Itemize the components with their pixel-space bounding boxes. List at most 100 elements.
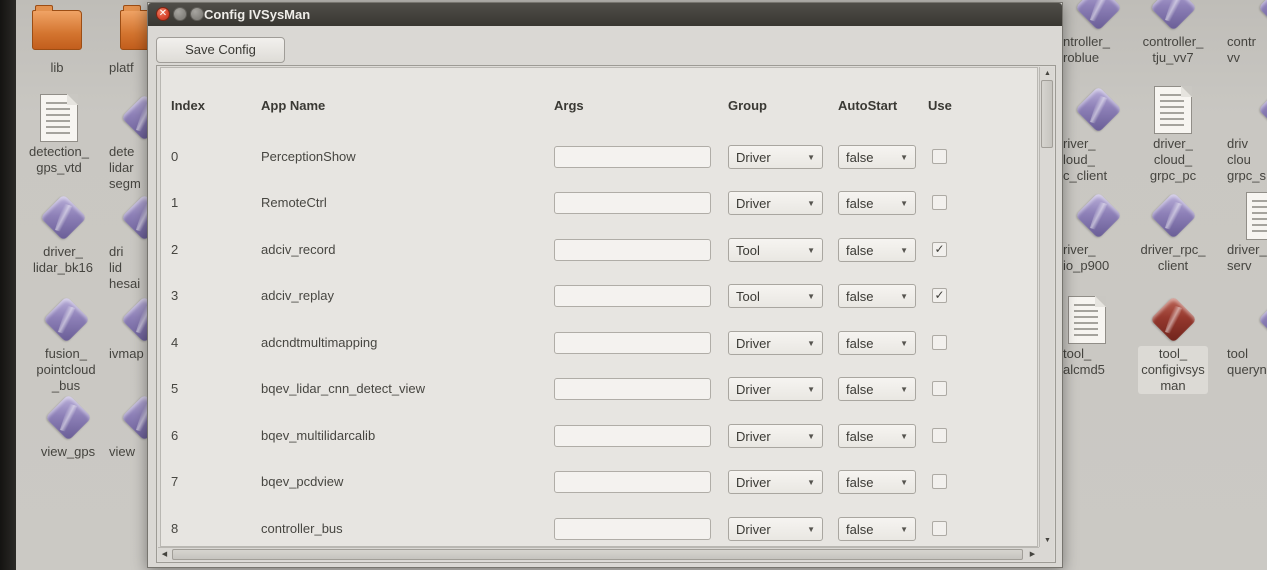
- maximize-icon[interactable]: [190, 7, 204, 21]
- chevron-down-icon: ▼: [807, 153, 815, 162]
- desktop-icon-tool-configivsysman[interactable]: tool_ configivsys man: [1134, 296, 1212, 395]
- column-header-appname: App Name: [261, 98, 325, 113]
- autostart-dropdown[interactable]: false▼: [838, 424, 916, 448]
- group-dropdown[interactable]: Tool▼: [728, 238, 823, 262]
- autostart-dropdown[interactable]: false▼: [838, 145, 916, 169]
- chevron-down-icon: ▼: [807, 432, 815, 441]
- icon-label: ntroller_ roblue: [1058, 34, 1138, 66]
- desktop-icon-lib[interactable]: lib: [24, 4, 90, 76]
- desktop-icon-controller-vv[interactable]: contr vv: [1222, 0, 1267, 66]
- row-index: 3: [171, 282, 178, 310]
- args-input[interactable]: [554, 332, 711, 354]
- group-dropdown[interactable]: Driver▼: [728, 145, 823, 169]
- chevron-down-icon: ▼: [900, 478, 908, 487]
- group-dropdown[interactable]: Tool▼: [728, 284, 823, 308]
- autostart-dropdown[interactable]: false▼: [838, 377, 916, 401]
- desktop-icon-driver-serv[interactable]: driver_ serv: [1222, 192, 1267, 274]
- group-dropdown[interactable]: Driver▼: [728, 331, 823, 355]
- app-diamond-icon: [32, 394, 104, 442]
- save-config-button[interactable]: Save Config: [156, 37, 285, 63]
- args-input[interactable]: [554, 285, 711, 307]
- autostart-value: false: [846, 289, 873, 304]
- icon-label: driver_ cloud_ grpc_pc: [1134, 136, 1212, 184]
- use-checkbox[interactable]: ✓: [932, 288, 947, 303]
- close-icon[interactable]: ✕: [156, 7, 170, 21]
- desktop-icon-driver-rpc-client[interactable]: driver_rpc_ client: [1134, 192, 1212, 274]
- use-checkbox[interactable]: [932, 381, 947, 396]
- table-row: 3 adciv_replay Tool▼ false▼ ✓: [161, 282, 1037, 310]
- chevron-down-icon: ▼: [900, 339, 908, 348]
- vertical-scrollbar[interactable]: ▲ ▼: [1039, 67, 1054, 547]
- desktop-icon-controller-tju-vv7[interactable]: controller_ tju_vv7: [1134, 0, 1212, 66]
- desktop-icon-view-gps[interactable]: view_gps: [32, 394, 104, 460]
- desktop-icon-fusion-pointcloud-bus[interactable]: fusion_ pointcloud _bus: [28, 296, 104, 394]
- chevron-down-icon: ▼: [900, 153, 908, 162]
- args-input[interactable]: [554, 239, 711, 261]
- desktop-icon-driver-cloud-grpc-client[interactable]: river_ loud_ c_client: [1058, 86, 1138, 184]
- table-row: 0 PerceptionShow Driver▼ false▼: [161, 143, 1037, 171]
- args-input[interactable]: [554, 518, 711, 540]
- group-dropdown[interactable]: Driver ▼: [728, 517, 823, 541]
- use-checkbox[interactable]: [932, 149, 947, 164]
- titlebar[interactable]: ✕ Config IVSysMan: [148, 3, 1062, 26]
- app-diamond-icon: [1058, 86, 1138, 134]
- autostart-dropdown[interactable]: false▼: [838, 191, 916, 215]
- group-dropdown[interactable]: Driver▼: [728, 191, 823, 215]
- scroll-right-icon[interactable]: ▶: [1026, 548, 1039, 561]
- document-icon: [1154, 86, 1192, 134]
- table-content: Index App Name Args Group AutoStart Use …: [160, 67, 1038, 547]
- desktop-icon-tool-alcmd5[interactable]: tool_ alcmd5: [1058, 296, 1138, 378]
- row-index: 2: [171, 236, 178, 264]
- chevron-down-icon: ▼: [807, 385, 815, 394]
- use-checkbox[interactable]: [932, 521, 947, 536]
- desktop-icon-driver-cloud-grpc-pc[interactable]: driver_ cloud_ grpc_pc: [1134, 86, 1212, 184]
- autostart-dropdown[interactable]: false▼: [838, 331, 916, 355]
- vertical-scroll-thumb[interactable]: [1041, 80, 1053, 148]
- use-checkbox[interactable]: [932, 335, 947, 350]
- horizontal-scrollbar[interactable]: ◀ ▶: [158, 547, 1039, 561]
- horizontal-scroll-thumb[interactable]: [172, 549, 1023, 560]
- group-value: Driver: [736, 475, 771, 490]
- use-checkbox[interactable]: [932, 474, 947, 489]
- group-value: Driver: [736, 429, 771, 444]
- row-index: 0: [171, 143, 178, 171]
- args-input[interactable]: [554, 378, 711, 400]
- use-checkbox[interactable]: [932, 428, 947, 443]
- autostart-value: false: [846, 382, 873, 397]
- scroll-down-icon[interactable]: ▼: [1041, 534, 1054, 547]
- desktop-icon-controller-roblue[interactable]: ntroller_ roblue: [1058, 0, 1138, 66]
- use-checkbox[interactable]: [932, 195, 947, 210]
- desktop-icon-driver-cloud-grpc-s[interactable]: driv clou grpc_s: [1222, 86, 1267, 184]
- desktop-icon-detection-gps-vtd[interactable]: detection_ gps_vtd: [24, 94, 94, 176]
- group-value: Driver: [736, 522, 771, 537]
- table-row: 2 adciv_record Tool▼ false▼ ✓: [161, 236, 1037, 264]
- autostart-dropdown[interactable]: false▼: [838, 238, 916, 262]
- desktop-icon-driver-io-p900[interactable]: river_ io_p900: [1058, 192, 1138, 274]
- icon-label: driv clou grpc_s: [1222, 136, 1267, 184]
- scroll-left-icon[interactable]: ◀: [158, 548, 171, 561]
- autostart-dropdown[interactable]: false▼: [838, 284, 916, 308]
- use-checkbox[interactable]: ✓: [932, 242, 947, 257]
- group-dropdown[interactable]: Driver▼: [728, 470, 823, 494]
- autostart-dropdown[interactable]: false▼: [838, 517, 916, 541]
- icon-label: contr vv: [1222, 34, 1267, 66]
- args-input[interactable]: [554, 192, 711, 214]
- row-index: 4: [171, 329, 178, 357]
- minimize-icon[interactable]: [173, 7, 187, 21]
- document-icon: [40, 94, 78, 142]
- desktop-icon-tool-query[interactable]: tool queryn: [1222, 296, 1267, 378]
- row-index: 1: [171, 189, 178, 217]
- args-input[interactable]: [554, 425, 711, 447]
- scrollbar-corner: [1039, 547, 1054, 561]
- chevron-down-icon: ▼: [807, 525, 815, 534]
- args-input[interactable]: [554, 146, 711, 168]
- config-ivsysman-window: ✕ Config IVSysMan Save Config Index App …: [147, 2, 1063, 568]
- autostart-dropdown[interactable]: false▼: [838, 470, 916, 494]
- chevron-down-icon: ▼: [900, 199, 908, 208]
- group-dropdown[interactable]: Driver ▼: [728, 424, 823, 448]
- group-dropdown[interactable]: Driver▼: [728, 377, 823, 401]
- desktop-icon-driver-lidar-bk16[interactable]: driver_ lidar_bk16: [28, 194, 98, 276]
- args-input[interactable]: [554, 471, 711, 493]
- scroll-up-icon[interactable]: ▲: [1041, 67, 1054, 80]
- group-value: Tool: [736, 243, 760, 258]
